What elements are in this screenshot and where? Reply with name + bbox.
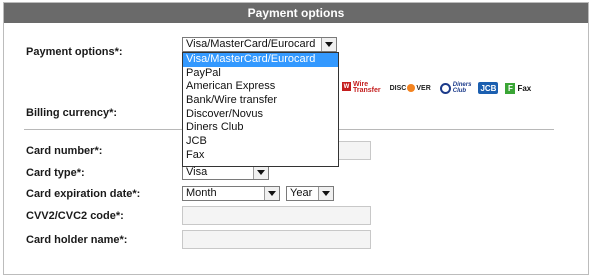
discover-logo: DISC VER <box>388 82 433 94</box>
expiration-year-value: Year <box>290 187 313 199</box>
fax-icon: F <box>505 82 516 94</box>
fax-logo: F Fax <box>503 82 533 94</box>
fax-logo-text: Fax <box>517 83 532 93</box>
dropdown-option[interactable]: Diners Club <box>183 121 338 135</box>
wire-transfer-icon: W <box>342 82 351 91</box>
chevron-down-icon[interactable] <box>318 187 333 200</box>
chevron-down-icon[interactable] <box>264 187 279 200</box>
expiration-month-value: Month <box>186 187 217 199</box>
billing-currency-label: Billing currency*: <box>26 107 118 119</box>
payment-options-selected-value: Visa/MasterCard/Eurocard <box>186 38 316 50</box>
dropdown-option[interactable]: Bank/Wire transfer <box>183 94 338 108</box>
cvv-code-input[interactable] <box>182 206 371 225</box>
card-type-selected-value: Visa <box>186 166 208 178</box>
wire-transfer-logo: W Wire Transfer <box>340 81 383 94</box>
expiration-date-label: Card expiration date*: <box>26 188 141 200</box>
dropdown-option[interactable]: JCB <box>183 135 338 149</box>
dropdown-option[interactable]: American Express <box>183 80 338 94</box>
dropdown-option[interactable]: PayPal <box>183 67 338 81</box>
card-type-select[interactable]: Visa <box>182 165 269 180</box>
card-holder-name-label: Card holder name*: <box>26 234 128 246</box>
diners-club-logo-line2: Club <box>452 88 467 94</box>
chevron-down-icon[interactable] <box>253 166 268 179</box>
expiration-year-select[interactable]: Year <box>286 186 334 201</box>
dropdown-option[interactable]: Fax <box>183 149 338 163</box>
payment-options-select[interactable]: Visa/MasterCard/Eurocard <box>182 37 337 52</box>
discover-logo-suffix: VER <box>416 84 431 92</box>
jcb-logo: JCB <box>478 82 499 94</box>
dropdown-option[interactable]: Discover/Novus <box>183 108 338 122</box>
card-type-label: Card type*: <box>26 167 85 179</box>
card-number-label: Card number*: <box>26 145 103 157</box>
dropdown-option[interactable]: Visa/MasterCard/Eurocard <box>183 53 338 67</box>
wire-transfer-logo-line2: Transfer <box>353 87 381 94</box>
discover-dot-icon <box>407 84 416 92</box>
payment-options-dropdown-list[interactable]: Visa/MasterCard/Eurocard PayPal American… <box>182 52 339 167</box>
expiration-month-select[interactable]: Month <box>182 186 280 201</box>
diners-club-logo: Diners Club <box>438 82 474 94</box>
card-holder-name-input[interactable] <box>182 230 371 249</box>
diners-club-icon <box>439 82 451 94</box>
payment-logos: W Wire Transfer DISC VER Diners Club JCB… <box>340 81 533 95</box>
panel-title: Payment options <box>4 3 588 23</box>
cvv-code-label: CVV2/CVC2 code*: <box>26 210 124 222</box>
discover-logo-prefix: DISC <box>389 84 407 92</box>
payment-options-label: Payment options*: <box>26 46 123 58</box>
chevron-down-icon[interactable] <box>321 38 336 51</box>
